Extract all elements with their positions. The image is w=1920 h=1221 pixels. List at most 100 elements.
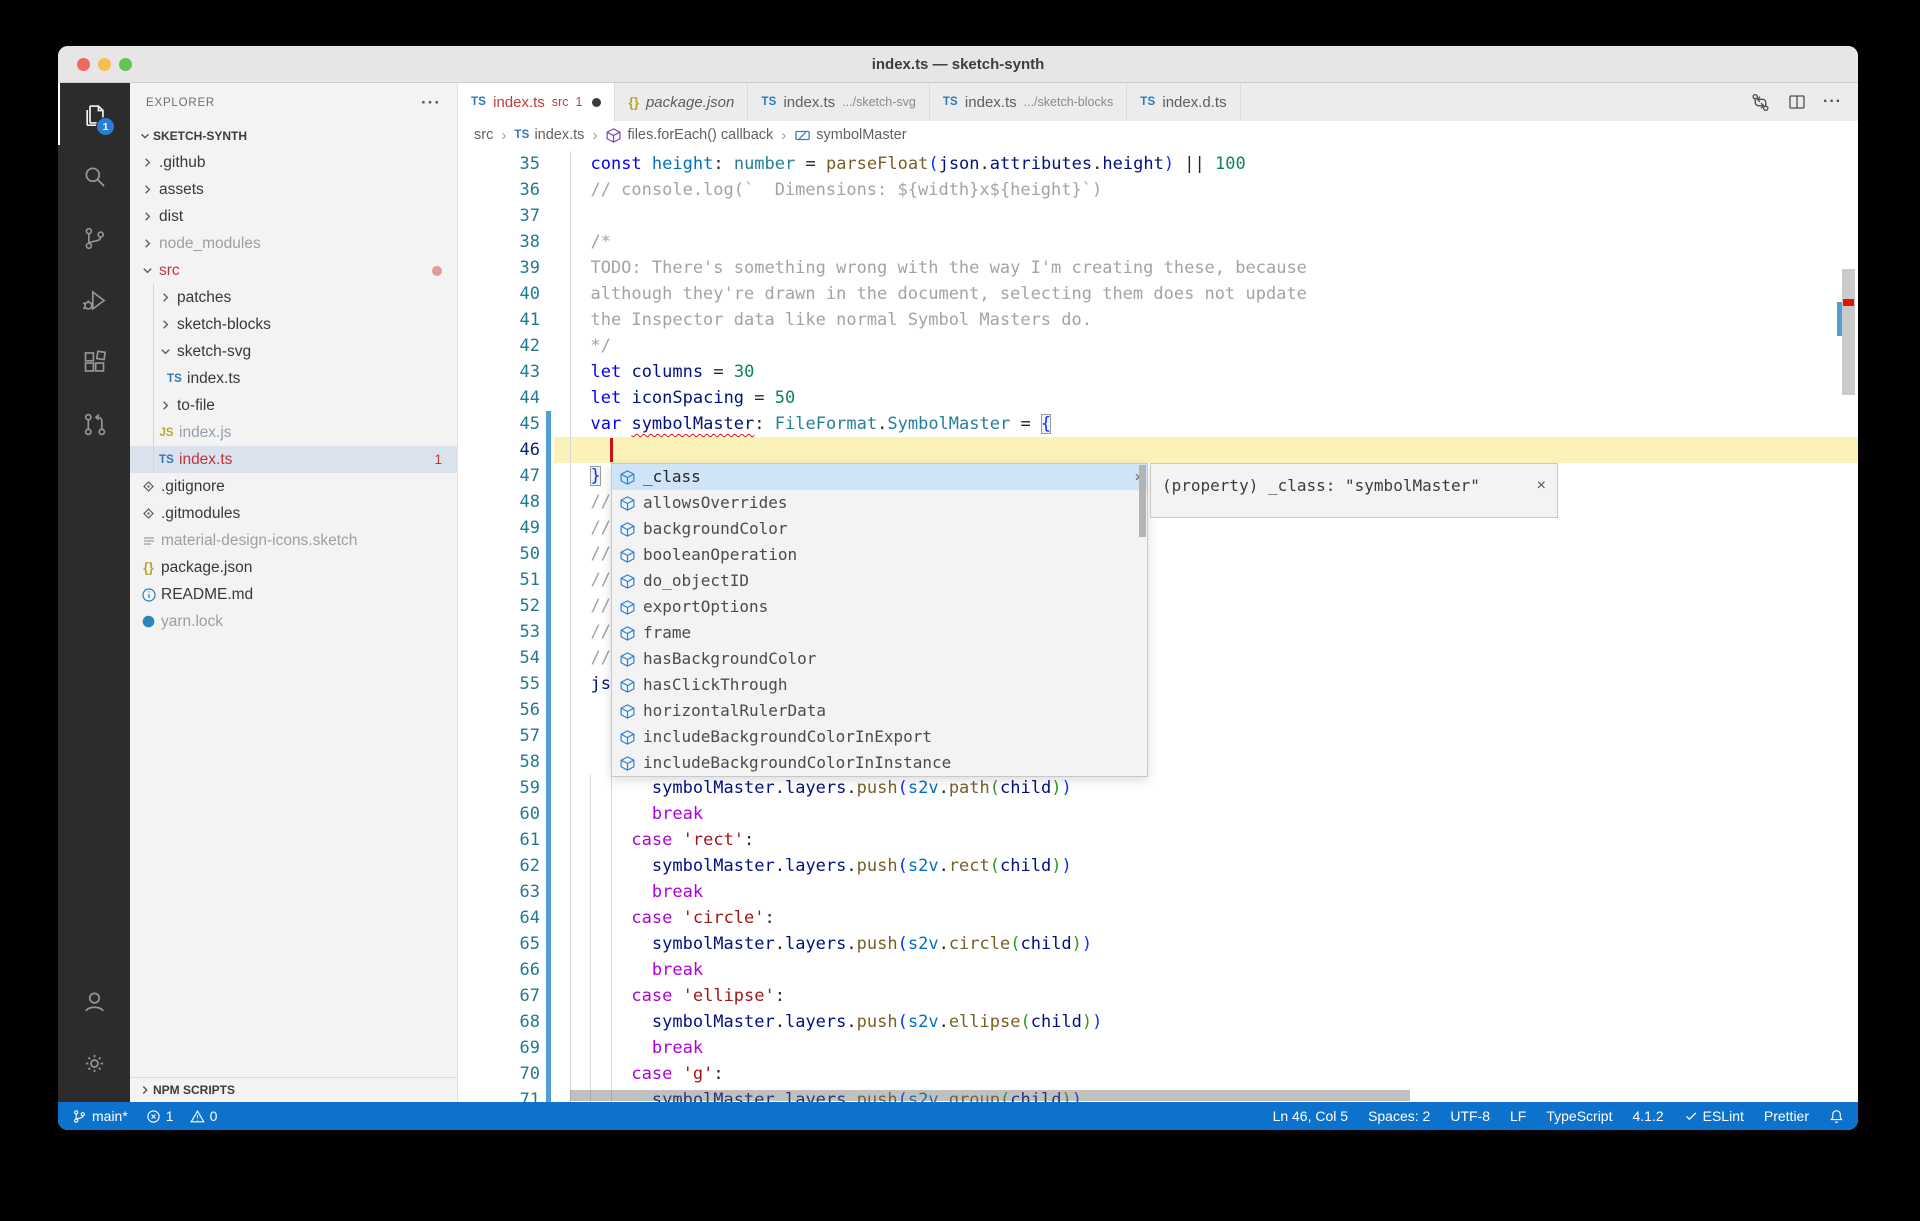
code-line-60[interactable]: 60 break bbox=[458, 801, 1858, 827]
tree-file-index.ts[interactable]: TS index.ts bbox=[130, 365, 457, 392]
tab-package-json[interactable]: {} package.json bbox=[615, 83, 749, 121]
status-encoding[interactable]: UTF-8 bbox=[1450, 1108, 1490, 1124]
tab-index-d-ts[interactable]: TS index.d.ts bbox=[1127, 83, 1241, 121]
activity-item-source-control[interactable] bbox=[58, 207, 130, 269]
code-editor[interactable]: 35 const height: number = parseFloat(jso… bbox=[458, 149, 1858, 1102]
code-line-41[interactable]: 41 the Inspector data like normal Symbol… bbox=[458, 307, 1858, 333]
code-line-37[interactable]: 37 bbox=[458, 203, 1858, 229]
status-cursor-position[interactable]: Ln 46, Col 5 bbox=[1273, 1108, 1349, 1124]
activity-item-run-debug[interactable] bbox=[58, 269, 130, 331]
breadcrumb-item-files-forEach-callback[interactable]: files.forEach() callback bbox=[605, 127, 773, 144]
code-line-67[interactable]: 67 case 'ellipse': bbox=[458, 983, 1858, 1009]
suggestion-allowsOverrides[interactable]: allowsOverrides bbox=[612, 490, 1147, 516]
tree-file-index.ts[interactable]: TS index.ts 1 bbox=[130, 446, 457, 473]
tree-folder-.github[interactable]: .github bbox=[130, 149, 457, 176]
status-language-mode[interactable]: TypeScript bbox=[1546, 1108, 1612, 1124]
suggestion-booleanOperation[interactable]: booleanOperation bbox=[612, 542, 1147, 568]
activity-item-settings[interactable] bbox=[58, 1032, 130, 1094]
status-indentation[interactable]: Spaces: 2 bbox=[1368, 1108, 1430, 1124]
code-line-36[interactable]: 36 // console.log(` Dimensions: ${width}… bbox=[458, 177, 1858, 203]
suggestion-detail-text: (property) _class: "symbolMaster" bbox=[1162, 476, 1480, 495]
code-line-46[interactable]: 46 bbox=[458, 437, 1858, 463]
activity-item-account[interactable] bbox=[58, 970, 130, 1032]
status-eol[interactable]: LF bbox=[1510, 1108, 1526, 1124]
code-line-61[interactable]: 61 case 'rect': bbox=[458, 827, 1858, 853]
code-line-65[interactable]: 65 symbolMaster.layers.push(s2v.circle(c… bbox=[458, 931, 1858, 957]
code-line-42[interactable]: 42 */ bbox=[458, 333, 1858, 359]
suggestion-includeBackgroundColorInInstance[interactable]: includeBackgroundColorInInstance bbox=[612, 750, 1147, 776]
vertical-scrollbar[interactable] bbox=[1842, 269, 1855, 395]
more-actions-icon[interactable]: ··· bbox=[421, 93, 441, 113]
suggestion-hasBackgroundColor[interactable]: hasBackgroundColor bbox=[612, 646, 1147, 672]
tree-file-material-design-icons.sketch[interactable]: material-design-icons.sketch bbox=[130, 527, 457, 554]
code-line-38[interactable]: 38 /* bbox=[458, 229, 1858, 255]
breadcrumb-item-symbolMaster[interactable]: symbolMaster bbox=[794, 127, 907, 144]
suggestion-backgroundColor[interactable]: backgroundColor bbox=[612, 516, 1147, 542]
suggestion-_class[interactable]: _class › bbox=[612, 464, 1147, 490]
suggestion-do_objectID[interactable]: do_objectID bbox=[612, 568, 1147, 594]
code-line-69[interactable]: 69 break bbox=[458, 1035, 1858, 1061]
tree-file-README.md[interactable]: README.md bbox=[130, 581, 457, 608]
minimize-button[interactable] bbox=[98, 57, 111, 71]
close-icon[interactable]: × bbox=[1537, 473, 1546, 499]
tree-folder-sketch-svg[interactable]: sketch-svg bbox=[130, 338, 457, 365]
zoom-button[interactable] bbox=[119, 57, 132, 71]
suggestion-includeBackgroundColorInExport[interactable]: includeBackgroundColorInExport bbox=[612, 724, 1147, 750]
suggestion-hasClickThrough[interactable]: hasClickThrough bbox=[612, 672, 1147, 698]
tree-folder-patches[interactable]: patches bbox=[130, 284, 457, 311]
activity-item-explorer[interactable]: 1 bbox=[58, 83, 130, 145]
breadcrumb-item-index-ts[interactable]: TS index.ts bbox=[514, 127, 584, 143]
tree-item-label: material-design-icons.sketch bbox=[161, 531, 358, 549]
split-editor-button[interactable] bbox=[1787, 92, 1807, 112]
tab-index-ts[interactable]: TS index.ts .../sketch-svg bbox=[748, 83, 930, 121]
horizontal-scrollbar[interactable] bbox=[570, 1090, 1410, 1101]
close-button[interactable] bbox=[77, 57, 90, 71]
tree-file-package.json[interactable]: {} package.json bbox=[130, 554, 457, 581]
activity-item-pull-requests[interactable] bbox=[58, 393, 130, 455]
status-notifications[interactable] bbox=[1829, 1109, 1844, 1124]
code-line-39[interactable]: 39 TODO: There's something wrong with th… bbox=[458, 255, 1858, 281]
more-actions-button[interactable]: ··· bbox=[1823, 93, 1842, 111]
suggestion-frame[interactable]: frame bbox=[612, 620, 1147, 646]
tree-file-.gitignore[interactable]: .gitignore bbox=[130, 473, 457, 500]
code-line-63[interactable]: 63 break bbox=[458, 879, 1858, 905]
code-line-70[interactable]: 70 case 'g': bbox=[458, 1061, 1858, 1087]
tree-folder-assets[interactable]: assets bbox=[130, 176, 457, 203]
code-line-35[interactable]: 35 const height: number = parseFloat(jso… bbox=[458, 151, 1858, 177]
activity-item-extensions[interactable] bbox=[58, 331, 130, 393]
tree-file-index.js[interactable]: JS index.js bbox=[130, 419, 457, 446]
suggestion-horizontalRulerData[interactable]: horizontalRulerData bbox=[612, 698, 1147, 724]
tree-folder-sketch-blocks[interactable]: sketch-blocks bbox=[130, 311, 457, 338]
status-eslint[interactable]: ESLint bbox=[1684, 1108, 1744, 1124]
tree-folder-dist[interactable]: dist bbox=[130, 203, 457, 230]
popup-scrollbar[interactable] bbox=[1139, 465, 1146, 537]
status-branch[interactable]: main* bbox=[72, 1108, 128, 1124]
code-line-62[interactable]: 62 symbolMaster.layers.push(s2v.rect(chi… bbox=[458, 853, 1858, 879]
tab-index-ts[interactable]: TS index.ts src 1 bbox=[458, 83, 616, 121]
project-section-header[interactable]: SKETCH-SYNTH bbox=[130, 123, 457, 149]
code-line-66[interactable]: 66 break bbox=[458, 957, 1858, 983]
status-prettier[interactable]: Prettier bbox=[1764, 1108, 1809, 1124]
status-ts-version[interactable]: 4.1.2 bbox=[1632, 1108, 1663, 1124]
suggestion-exportOptions[interactable]: exportOptions bbox=[612, 594, 1147, 620]
tree-folder-to-file[interactable]: to-file bbox=[130, 392, 457, 419]
tree-file-yarn.lock[interactable]: yarn.lock bbox=[130, 608, 457, 635]
code-line-64[interactable]: 64 case 'circle': bbox=[458, 905, 1858, 931]
tab-index-ts[interactable]: TS index.ts .../sketch-blocks bbox=[929, 83, 1128, 121]
tree-item-label: index.ts bbox=[179, 450, 233, 468]
tree-file-.gitmodules[interactable]: .gitmodules bbox=[130, 500, 457, 527]
code-line-40[interactable]: 40 although they're drawn in the documen… bbox=[458, 281, 1858, 307]
breadcrumb-item-src[interactable]: src bbox=[474, 127, 493, 143]
status-problems[interactable]: 10 bbox=[146, 1108, 217, 1124]
code-line-59[interactable]: 59 symbolMaster.layers.push(s2v.path(chi… bbox=[458, 775, 1858, 801]
tree-folder-node_modules[interactable]: node_modules bbox=[130, 230, 457, 257]
open-changes-button[interactable] bbox=[1750, 92, 1771, 113]
code-line-68[interactable]: 68 symbolMaster.layers.push(s2v.ellipse(… bbox=[458, 1009, 1858, 1035]
code-line-43[interactable]: 43 let columns = 30 bbox=[458, 359, 1858, 385]
tree-folder-src[interactable]: src bbox=[130, 257, 457, 284]
activity-item-search[interactable] bbox=[58, 145, 130, 207]
npm-scripts-section-header[interactable]: NPM SCRIPTS bbox=[130, 1077, 457, 1102]
code-line-44[interactable]: 44 let iconSpacing = 50 bbox=[458, 385, 1858, 411]
code-line-45[interactable]: 45 var symbolMaster: FileFormat.SymbolMa… bbox=[458, 411, 1858, 437]
